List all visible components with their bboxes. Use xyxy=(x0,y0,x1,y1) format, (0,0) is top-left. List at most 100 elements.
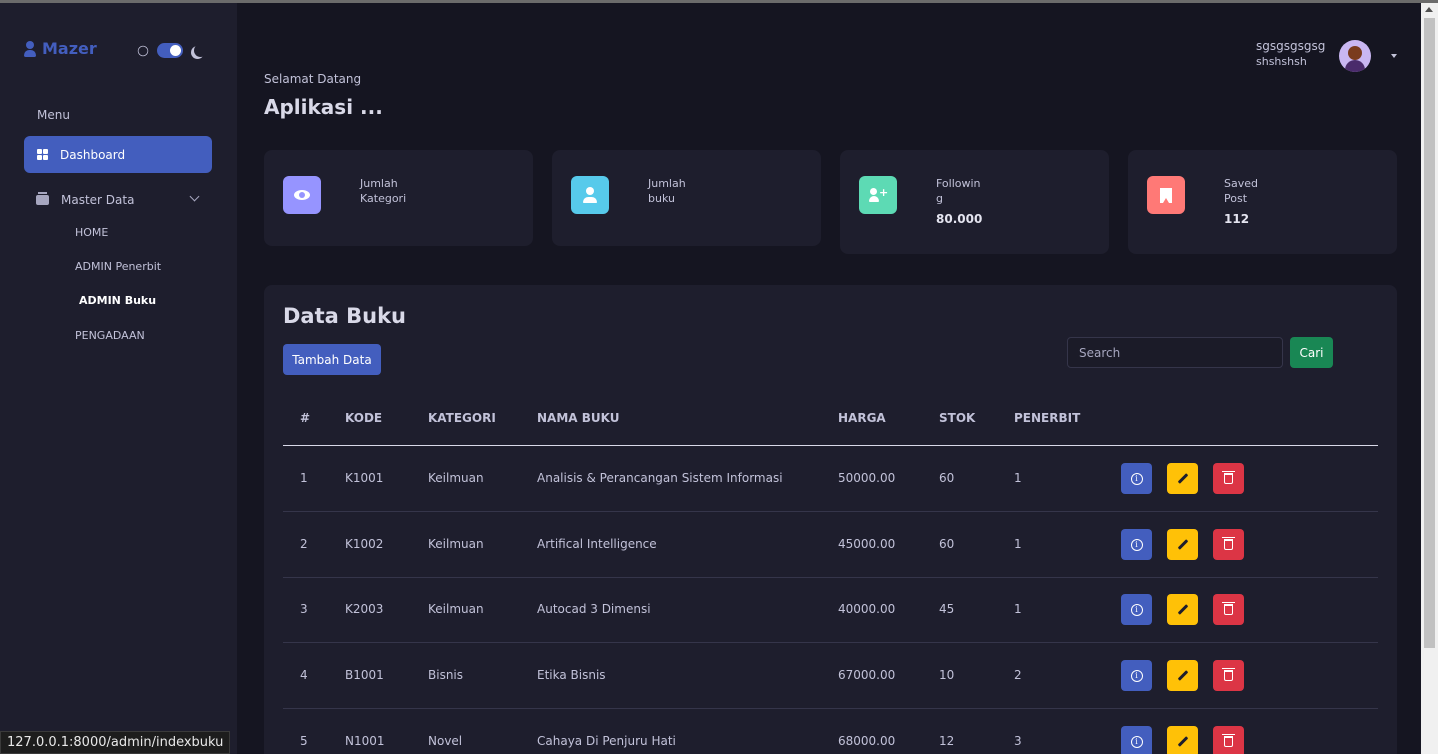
welcome-text: Selamat Datang xyxy=(264,72,362,86)
info-icon: i xyxy=(1130,669,1143,682)
cell-kode: K1001 xyxy=(345,471,384,485)
logo[interactable]: Mazer xyxy=(24,39,97,58)
stat-label: Jumlah buku xyxy=(648,177,686,205)
sidebar: Mazer Menu Dashboard Master Data HOME AD… xyxy=(0,3,237,754)
column-header-stok: STOK xyxy=(939,411,976,425)
cell-harga: 40000.00 xyxy=(838,602,896,616)
info-button[interactable]: i xyxy=(1121,463,1152,494)
column-header-no: # xyxy=(300,411,311,425)
theme-switcher xyxy=(136,43,203,58)
submenu-admin-penerbit[interactable]: ADMIN Penerbit xyxy=(75,260,161,273)
cell-nama-buku: Analisis & Perancangan Sistem Informasi xyxy=(537,471,783,485)
info-button[interactable]: i xyxy=(1121,726,1152,754)
stat-label: Saved Post xyxy=(1224,177,1258,205)
cell-kategori: Keilmuan xyxy=(428,602,484,616)
cell-kategori: Keilmuan xyxy=(428,471,484,485)
info-button[interactable]: i xyxy=(1121,594,1152,625)
submenu-pengadaan[interactable]: PENGADAAN xyxy=(75,329,145,342)
submenu-home[interactable]: HOME xyxy=(75,226,108,239)
cell-kode: B1001 xyxy=(345,668,384,682)
table-row: 2 K1002 Keilmuan Artifical Intelligence … xyxy=(283,512,1378,578)
cell-kode: N1001 xyxy=(345,734,385,748)
pencil-icon xyxy=(1177,736,1188,747)
menu-title: Menu xyxy=(37,108,70,122)
delete-button[interactable] xyxy=(1213,726,1244,754)
pencil-icon xyxy=(1177,539,1188,550)
cell-harga: 45000.00 xyxy=(838,537,896,551)
edit-button[interactable] xyxy=(1167,463,1198,494)
cell-penerbit: 1 xyxy=(1014,602,1022,616)
user-icon xyxy=(571,176,609,214)
cell-nama-buku: Artifical Intelligence xyxy=(537,537,657,551)
info-icon: i xyxy=(1130,472,1143,485)
cell-stok: 45 xyxy=(939,602,955,616)
scroll-up-arrow-icon[interactable] xyxy=(1425,7,1433,12)
cell-no: 3 xyxy=(300,602,308,616)
sidebar-item-dashboard[interactable]: Dashboard xyxy=(24,136,212,173)
cell-no: 4 xyxy=(300,668,308,682)
stat-label: Jumlah Kategori xyxy=(360,177,407,205)
cell-no: 2 xyxy=(300,537,308,551)
cell-kode: K2003 xyxy=(345,602,384,616)
stat-card-saved-post: Saved Post 112 xyxy=(1128,150,1397,254)
submenu-admin-buku[interactable]: ADMIN Buku xyxy=(79,294,156,307)
delete-button[interactable] xyxy=(1213,660,1244,691)
tambah-data-button[interactable]: Tambah Data xyxy=(283,344,381,375)
eye-icon xyxy=(283,176,321,214)
stat-value: 80.000 xyxy=(936,212,983,226)
info-button[interactable]: i xyxy=(1121,660,1152,691)
trash-icon xyxy=(1222,668,1235,681)
scrollbar-thumb[interactable] xyxy=(1424,18,1435,648)
stack-icon xyxy=(36,192,49,205)
bookmark-icon xyxy=(1147,176,1185,214)
cell-harga: 68000.00 xyxy=(838,734,896,748)
column-header-penerbit: PENERBIT xyxy=(1014,411,1081,425)
delete-button[interactable] xyxy=(1213,529,1244,560)
stat-card-kategori: Jumlah Kategori xyxy=(264,150,533,246)
theme-toggle[interactable] xyxy=(157,43,183,58)
caret-down-icon[interactable] xyxy=(1391,54,1397,58)
delete-button[interactable] xyxy=(1213,594,1244,625)
stat-card-buku: Jumlah buku xyxy=(552,150,821,246)
stat-label: Following xyxy=(936,177,981,205)
trash-icon xyxy=(1222,602,1235,615)
cell-penerbit: 3 xyxy=(1014,734,1022,748)
sidebar-item-label: Master Data xyxy=(61,193,135,207)
pencil-icon xyxy=(1177,473,1188,484)
cell-penerbit: 1 xyxy=(1014,471,1022,485)
pencil-icon xyxy=(1177,604,1188,615)
search-input[interactable] xyxy=(1067,337,1283,368)
logo-text: Mazer xyxy=(42,39,97,58)
info-icon: i xyxy=(1130,603,1143,616)
cell-stok: 60 xyxy=(939,471,955,485)
avatar[interactable] xyxy=(1339,40,1371,72)
sidebar-item-master-data[interactable]: Master Data xyxy=(36,189,200,211)
edit-button[interactable] xyxy=(1167,529,1198,560)
cari-button[interactable]: Cari xyxy=(1290,337,1333,368)
cell-stok: 12 xyxy=(939,734,955,748)
user-subtitle: shshshsh xyxy=(1256,55,1307,68)
sidebar-item-label: Dashboard xyxy=(60,147,126,162)
link-status-bar: 127.0.0.1:8000/admin/indexbuku xyxy=(0,731,231,754)
cell-harga: 67000.00 xyxy=(838,668,896,682)
info-button[interactable]: i xyxy=(1121,529,1152,560)
cell-penerbit: 2 xyxy=(1014,668,1022,682)
edit-button[interactable] xyxy=(1167,594,1198,625)
user-menu[interactable]: sgsgsgsgsg shshshsh xyxy=(1256,38,1325,70)
cell-harga: 50000.00 xyxy=(838,471,896,485)
cell-no: 5 xyxy=(300,734,308,748)
trash-icon xyxy=(1222,471,1235,484)
delete-button[interactable] xyxy=(1213,463,1244,494)
pencil-icon xyxy=(1177,670,1188,681)
card-title: Data Buku xyxy=(283,304,406,328)
table-row: 1 K1001 Keilmuan Analisis & Perancangan … xyxy=(283,446,1378,512)
edit-button[interactable] xyxy=(1167,660,1198,691)
chevron-down-icon xyxy=(189,191,200,202)
edit-button[interactable] xyxy=(1167,726,1198,754)
trash-icon xyxy=(1222,537,1235,550)
cell-nama-buku: Cahaya Di Penjuru Hati xyxy=(537,734,676,748)
moon-icon xyxy=(194,44,207,57)
user-name: sgsgsgsgsg xyxy=(1256,39,1326,53)
cell-stok: 60 xyxy=(939,537,955,551)
trash-icon xyxy=(1222,734,1235,747)
